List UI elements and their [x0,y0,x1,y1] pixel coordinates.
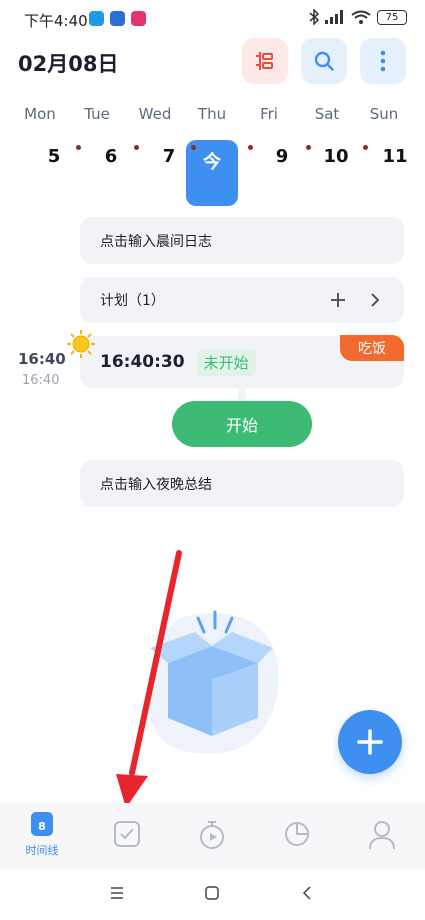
signal-icon [325,10,343,24]
app-notification-icon-2 [131,11,146,26]
night-summary-text: 点击输入夜晚总结 [100,476,212,493]
battery-indicator: 75 [377,9,407,25]
checkbox-icon [114,821,140,847]
task-status-badge: 未开始 [196,348,256,376]
weekday-sat: Sat [314,105,340,123]
status-time: 下午4:40 [24,12,88,30]
weekday-thu: Thu [197,105,227,123]
tab-timeline-label: 时间线 [25,844,59,857]
task-end-time: 16:40 [22,373,60,388]
morning-log-card[interactable]: 点击输入晨间日志 [80,217,404,264]
bluetooth-icon [309,9,319,25]
page-title-date[interactable]: 02月08日 [18,48,118,78]
start-button[interactable]: 开始 [172,401,312,447]
pie-chart-icon [285,822,309,846]
night-summary-card[interactable]: 点击输入夜晚总结 [80,460,404,507]
task-clock: 16:40:30 [100,352,185,372]
task-tag-label: 吃饭 [358,341,386,357]
event-dot [248,145,253,150]
date-10[interactable]: 10 [311,146,361,167]
calendar-icon-day: 8 [38,820,46,833]
status-indicators: 75 [309,9,407,25]
event-dot [191,145,196,150]
menu-icon[interactable] [110,887,124,899]
sun-icon [67,330,95,358]
back-icon[interactable] [302,886,312,900]
tab-timer[interactable] [182,820,242,850]
tab-timeline[interactable]: 8 时间线 [12,812,72,858]
status-bar: 下午4:40 75 [0,0,425,38]
bluetooth-app-icon [110,11,125,26]
red-arrow-annotation [116,550,182,808]
battery-level: 75 [385,11,399,23]
date-6[interactable]: 6 [86,146,136,167]
plan-card[interactable]: 计划（1） [80,277,404,323]
weekday-tue: Tue [84,105,110,123]
morning-log-text: 点击输入晨间日志 [100,233,212,250]
start-button-label: 开始 [225,416,258,435]
weekday-mon: Mon [24,105,56,123]
calendar-icon: 8 [31,812,53,836]
event-dot [76,145,81,150]
task-start-time: 16:40 [18,350,66,368]
search-button[interactable] [301,38,347,84]
user-icon [369,821,395,850]
task-tag: 吃饭 [340,335,404,361]
search-icon [314,51,334,71]
task-connector [238,388,246,402]
date-5[interactable]: 5 [29,146,79,167]
home-icon[interactable] [205,886,219,900]
more-button[interactable] [360,38,406,84]
timeline-layout-icon [256,52,273,70]
today-date-label: 今 [203,152,221,173]
app-notification-icon [89,11,104,26]
weekday-fri: Fri [260,105,278,123]
weekday-sun: Sun [369,105,399,123]
plus-icon [357,729,383,755]
event-dot [134,145,139,150]
date-9[interactable]: 9 [257,146,307,167]
plan-label: 计划（1） [100,293,165,309]
timeline-layout-button[interactable] [242,38,288,84]
date-7[interactable]: 7 [144,146,194,167]
event-dot [363,145,368,150]
weekday-wed: Wed [138,105,172,123]
add-fab-button[interactable] [338,710,402,774]
tab-checklist[interactable] [97,820,157,848]
stopwatch-icon [200,821,224,849]
chevron-right-icon[interactable] [370,292,380,308]
event-dot [306,145,311,150]
date-11[interactable]: 11 [370,146,420,167]
more-vertical-icon [380,50,386,72]
tab-profile[interactable] [352,820,412,850]
tab-statistics[interactable] [267,820,327,848]
add-plan-icon[interactable] [330,292,346,308]
wifi-icon [351,10,371,24]
